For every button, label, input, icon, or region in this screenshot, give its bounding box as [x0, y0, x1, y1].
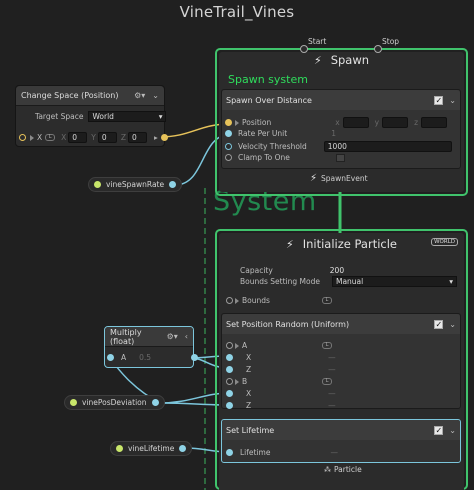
- world-space-badge[interactable]: WORLD: [431, 238, 458, 246]
- property-dot: [94, 181, 101, 188]
- clamp-to-one-label: Clamp To One: [238, 153, 290, 162]
- clamp-to-one-port[interactable]: [225, 154, 232, 161]
- position-port[interactable]: [225, 119, 232, 126]
- a-y-port[interactable]: [226, 366, 233, 373]
- property-output-port[interactable]: [151, 399, 159, 406]
- b-port[interactable]: [226, 378, 233, 385]
- init-title: Initialize Particle: [302, 237, 397, 251]
- space-badge-icon[interactable]: L: [322, 378, 333, 385]
- vine-spawn-rate-property[interactable]: vineSpawnRate: [88, 177, 183, 192]
- lifetime-port[interactable]: [226, 449, 233, 456]
- property-dot: [70, 399, 77, 406]
- velocity-threshold-port[interactable]: [225, 143, 232, 150]
- expand-triangle-icon[interactable]: [235, 378, 239, 385]
- multiply-output-port[interactable]: [191, 354, 199, 361]
- start-port[interactable]: [300, 45, 308, 53]
- b-z-port[interactable]: [226, 402, 233, 409]
- enable-checkbox[interactable]: ✓: [434, 95, 444, 105]
- block-title: Set Lifetime: [226, 425, 275, 435]
- lifetime-label: Lifetime: [240, 448, 271, 457]
- target-space-label: Target Space: [35, 112, 84, 121]
- rate-per-unit-label: Rate Per Unit: [238, 129, 288, 138]
- property-dot: [116, 445, 123, 452]
- position-x-field[interactable]: [342, 117, 369, 128]
- velocity-threshold-field[interactable]: 1000: [323, 141, 452, 152]
- spawn-event-label: SpawnEvent: [321, 174, 368, 183]
- chevron-down-icon[interactable]: ⌄: [449, 96, 456, 105]
- expand-triangle-icon[interactable]: [30, 134, 34, 141]
- lightning-icon: ⚡: [313, 53, 322, 67]
- property-output-port[interactable]: [169, 181, 177, 188]
- output-port[interactable]: [160, 134, 168, 141]
- vine-pos-deviation-property[interactable]: vinePosDeviation: [64, 395, 165, 410]
- particle-output-label: Particle: [334, 465, 362, 474]
- enable-checkbox[interactable]: ✓: [434, 319, 444, 329]
- output-arrow-icon: ▸: [154, 133, 158, 142]
- bounds-port[interactable]: [226, 297, 233, 304]
- input-port[interactable]: [19, 134, 26, 141]
- stop-port[interactable]: [374, 45, 382, 53]
- gear-icon[interactable]: ⚙▾: [167, 332, 178, 341]
- rate-per-unit-value: 1: [331, 129, 336, 138]
- space-badge-icon[interactable]: L: [322, 342, 333, 349]
- rate-per-unit-port[interactable]: [225, 130, 232, 137]
- capacity-label: Capacity: [240, 266, 273, 275]
- clamp-to-one-toggle[interactable]: [335, 153, 345, 162]
- spawn-system-label[interactable]: Spawn system: [228, 73, 308, 86]
- bounds-mode-label: Bounds Setting Mode: [240, 277, 320, 286]
- chevron-down-icon[interactable]: ⌄: [152, 91, 159, 100]
- bounds-mode-select[interactable]: Manual ▾: [331, 276, 457, 287]
- property-output-port[interactable]: [179, 445, 187, 452]
- z-field[interactable]: 0: [128, 132, 148, 143]
- b-x-port[interactable]: [226, 390, 233, 397]
- position-label: Position: [242, 118, 272, 127]
- particle-icon: ⁂: [324, 465, 331, 474]
- position-z-field[interactable]: [421, 117, 448, 128]
- chevron-down-icon[interactable]: ⌄: [449, 426, 456, 435]
- lightning-icon: ⚡: [285, 237, 294, 251]
- a-port[interactable]: [226, 342, 233, 349]
- chevron-left-icon[interactable]: ‹: [185, 332, 188, 341]
- space-badge-icon[interactable]: L: [321, 297, 332, 304]
- node-title: Multiply (float): [110, 327, 142, 346]
- block-title: Spawn Over Distance: [226, 95, 312, 105]
- target-space-select[interactable]: World ▾: [88, 111, 167, 122]
- stop-label: Stop: [382, 37, 400, 46]
- enable-checkbox[interactable]: ✓: [434, 425, 444, 435]
- gear-icon[interactable]: ⚙▾: [134, 91, 145, 100]
- velocity-threshold-label: Velocity Threshold: [238, 142, 307, 151]
- chevron-down-icon[interactable]: ⌄: [449, 320, 456, 329]
- expand-triangle-icon[interactable]: [235, 297, 239, 304]
- spawn-title: Spawn: [330, 53, 370, 67]
- block-title: Set Position Random (Uniform): [226, 319, 350, 329]
- node-title: Change Space (Position): [21, 91, 119, 100]
- capacity-field[interactable]: 200: [330, 266, 344, 275]
- a-x-port[interactable]: [226, 354, 233, 361]
- y-field[interactable]: 0: [97, 132, 117, 143]
- space-badge-icon[interactable]: L: [45, 134, 56, 141]
- x-field[interactable]: 0: [68, 132, 88, 143]
- a-input-port[interactable]: [107, 354, 114, 361]
- lightning-icon: ⚡: [310, 173, 318, 184]
- expand-triangle-icon[interactable]: [235, 342, 239, 349]
- expand-triangle-icon[interactable]: [235, 119, 239, 126]
- vine-lifetime-property[interactable]: vineLifetime: [110, 441, 193, 456]
- position-y-field[interactable]: [382, 117, 409, 128]
- start-label: Start: [308, 37, 327, 46]
- a-value[interactable]: 0.5: [139, 353, 151, 362]
